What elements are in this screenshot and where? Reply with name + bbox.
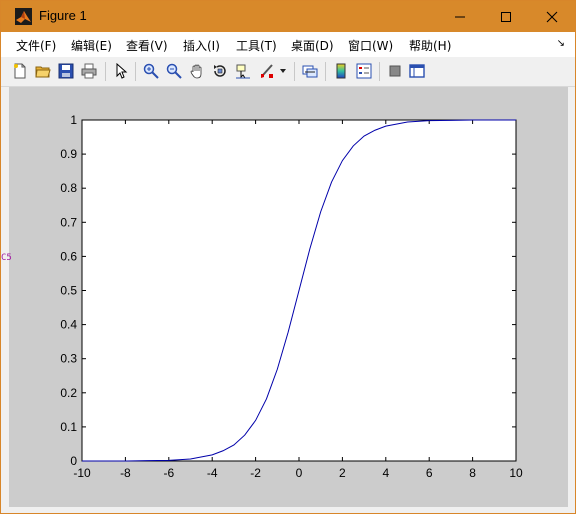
rotate-3d-button[interactable] (210, 61, 230, 81)
close-icon (546, 11, 558, 22)
hide-plot-tools-button[interactable] (385, 61, 405, 81)
x-tick-label: -4 (207, 466, 218, 480)
pointer-icon (116, 63, 128, 79)
colorbar-icon (336, 63, 346, 79)
matlab-logo-icon (15, 8, 32, 25)
pan-button[interactable] (187, 61, 207, 81)
y-tick-label: 0 (70, 454, 77, 468)
new-figure-button[interactable] (10, 61, 30, 81)
minimize-icon (455, 16, 465, 17)
dock-arrow-icon[interactable]: ↘ (557, 38, 565, 49)
link-plot-button[interactable] (300, 61, 320, 81)
x-tick-label: -2 (250, 466, 261, 480)
figure-window: Figure 1 文件(F) 编辑(E) 查看(V) 插入(I) 工具(T) 桌… (0, 0, 576, 514)
colorbar-button[interactable] (331, 61, 351, 81)
toolbar-separator (325, 62, 326, 81)
data-cursor-button[interactable] (233, 61, 253, 81)
menu-view[interactable]: 查看(V) (126, 37, 168, 54)
x-tick-label: -10 (73, 466, 91, 480)
plot-svg[interactable]: -10 -8 -6 -4 -2 0 2 4 6 8 10 0 0.1 0.2 0.3 0.4 0.5 0.6 0.7… (9, 87, 568, 507)
toolbar-separator (135, 62, 136, 81)
title-bar[interactable]: Figure 1 (1, 1, 575, 32)
y-tick-label: 0.4 (60, 318, 77, 332)
side-fragment-text: C5 (1, 253, 12, 263)
minimize-button[interactable] (437, 1, 483, 32)
show-plot-tools-button[interactable] (407, 61, 427, 81)
zoom-in-button[interactable] (141, 61, 161, 81)
maximize-icon (501, 11, 511, 22)
window-title: Figure 1 (39, 8, 87, 23)
print-button[interactable] (79, 61, 99, 81)
x-tick-label: 4 (382, 466, 389, 480)
new-figure-icon (14, 63, 26, 79)
figure-canvas[interactable]: -10 -8 -6 -4 -2 0 2 4 6 8 10 0 0.1 0.2 0.3 0.4 0.5 0.6 0.7… (9, 87, 568, 507)
y-tick-label: 0.8 (60, 181, 77, 195)
toolbar-separator (105, 62, 106, 81)
toolbar-separator (294, 62, 295, 81)
menu-insert[interactable]: 插入(I) (183, 37, 220, 54)
save-icon (58, 63, 74, 79)
y-tick-label: 0.1 (60, 420, 77, 434)
y-tick-label: 0.9 (60, 147, 77, 161)
y-tick-label: 0.3 (60, 352, 77, 366)
y-tick-label: 1 (70, 113, 77, 127)
close-button[interactable] (529, 1, 575, 32)
brush-icon (261, 64, 273, 78)
x-tick-label: 2 (339, 466, 346, 480)
legend-button[interactable] (354, 61, 374, 81)
x-tick-label: 10 (509, 466, 523, 480)
brush-dropdown-button[interactable] (277, 61, 289, 81)
maximize-button[interactable] (483, 1, 529, 32)
menu-bar: 文件(F) 编辑(E) 查看(V) 插入(I) 工具(T) 桌面(D) 窗口(W… (1, 32, 575, 57)
menu-edit[interactable]: 编辑(E) (71, 37, 112, 54)
legend-icon (356, 63, 372, 79)
menu-file[interactable]: 文件(F) (16, 37, 56, 54)
zoom-out-button[interactable] (164, 61, 184, 81)
open-folder-icon (35, 66, 51, 78)
print-icon (81, 63, 97, 79)
open-file-button[interactable] (33, 61, 53, 81)
y-tick-label: 0.2 (60, 386, 77, 400)
rotate-3d-icon (214, 65, 226, 77)
brush-button[interactable] (257, 61, 277, 81)
menu-window[interactable]: 窗口(W) (348, 37, 393, 54)
y-tick-label: 0.5 (60, 284, 77, 298)
x-tick-label: 8 (469, 466, 476, 480)
x-tick-label: -8 (120, 466, 131, 480)
menu-tools[interactable]: 工具(T) (236, 37, 277, 54)
menu-help[interactable]: 帮助(H) (409, 37, 451, 54)
y-tick-label: 0.7 (60, 215, 77, 229)
x-tick-label: 6 (426, 466, 433, 480)
zoom-in-icon (143, 63, 159, 79)
menu-desktop[interactable]: 桌面(D) (291, 37, 334, 54)
toolbar (1, 57, 575, 87)
hide-plot-tools-icon (389, 65, 401, 77)
zoom-out-icon (166, 63, 182, 79)
link-plot-icon (302, 65, 318, 78)
data-cursor-icon (236, 64, 250, 79)
y-tick-label: 0.6 (60, 249, 77, 263)
chevron-down-icon (280, 69, 286, 73)
toolbar-separator (379, 62, 380, 81)
show-plot-tools-icon (409, 64, 425, 78)
x-tick-label: 0 (296, 466, 303, 480)
pointer-button[interactable] (111, 61, 131, 81)
pan-hand-icon (190, 64, 202, 79)
x-tick-label: -6 (163, 466, 174, 480)
save-button[interactable] (56, 61, 76, 81)
